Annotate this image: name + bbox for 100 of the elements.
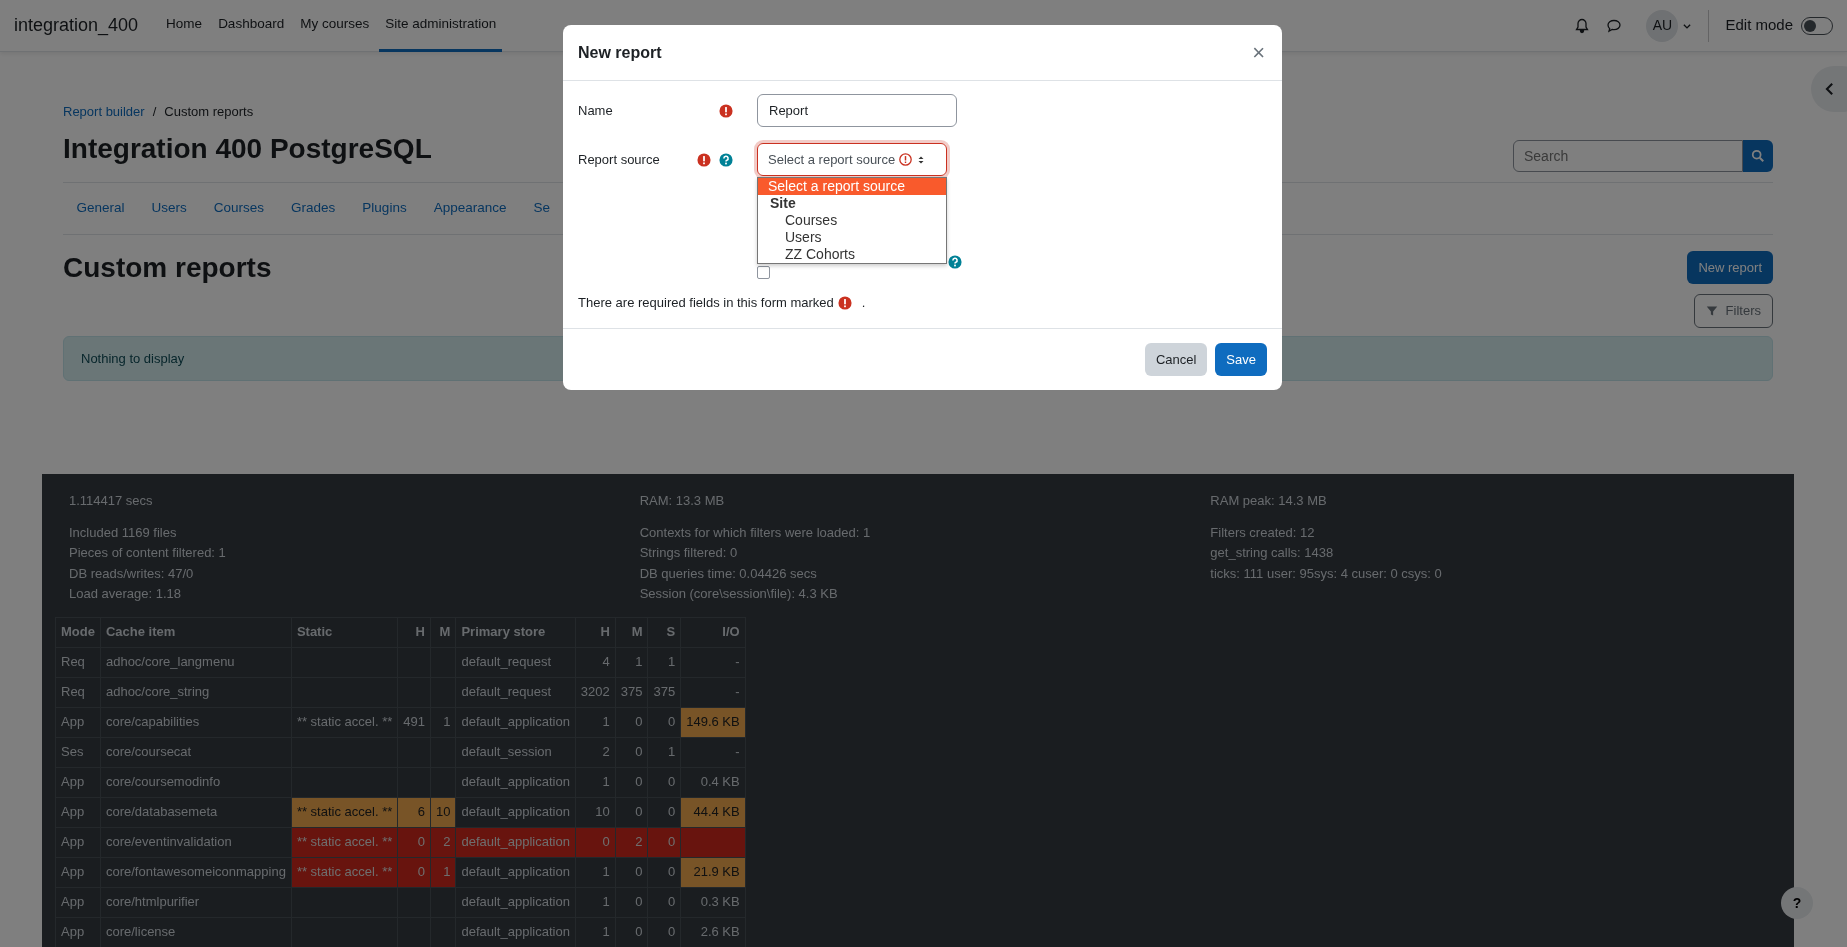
column-header: Cache item: [100, 617, 292, 647]
table-cell: core/capabilities: [100, 707, 292, 737]
settings-tab[interactable]: Users: [138, 197, 201, 219]
table-cell: 375: [648, 677, 681, 707]
table-cell: default_application: [455, 707, 576, 737]
table-cell: 0: [648, 797, 681, 827]
new-report-button[interactable]: New report: [1687, 250, 1773, 284]
table-cell: adhoc/core_string: [100, 677, 292, 707]
table-cell: 1: [430, 707, 456, 737]
table-cell: App: [55, 887, 101, 917]
table-cell: 44.4 KB: [680, 797, 746, 827]
table-cell: App: [55, 767, 101, 797]
table-cell: 0: [615, 887, 648, 917]
table-cell: 1: [615, 647, 648, 677]
report-source-select[interactable]: Select a report source: [757, 143, 947, 176]
close-button[interactable]: ×: [1250, 41, 1267, 64]
option-group-label: Site: [769, 195, 797, 212]
table-cell: default_request: [455, 647, 576, 677]
dropdown-option[interactable]: Select a report source: [758, 178, 946, 195]
search-button[interactable]: [1743, 139, 1773, 172]
help-icon[interactable]: [719, 152, 733, 167]
nav-link[interactable]: Dashboard: [212, 0, 291, 52]
settings-tab[interactable]: Courses: [200, 197, 278, 219]
performance-stat: Filters created: 12: [1210, 523, 1316, 542]
table-cell: 0: [648, 887, 681, 917]
table-cell: App: [55, 797, 101, 827]
edit-mode-label: Edit mode: [1725, 15, 1793, 36]
column-header: S: [648, 617, 681, 647]
search-field[interactable]: Search: [1513, 139, 1743, 172]
error-icon: [899, 153, 913, 166]
table-cell: 4: [575, 647, 616, 677]
column-header: M: [430, 617, 456, 647]
table-cell: core/fontawesomeiconmapping: [100, 857, 292, 887]
column-header: H: [575, 617, 616, 647]
table-cell: core/eventinvalidation: [100, 827, 292, 857]
avatar[interactable]: AU: [1646, 9, 1679, 42]
section-heading: Custom reports: [63, 250, 272, 285]
table-cell: default_application: [455, 857, 576, 887]
table-cell: 1: [575, 767, 616, 797]
table-cell: 0: [615, 767, 648, 797]
table-cell: 21.9 KB: [680, 857, 746, 887]
field-label: Report source: [578, 150, 661, 169]
performance-stat: 1.114417 secs: [69, 492, 154, 510]
performance-stat: Included 1169 files: [69, 523, 178, 542]
performance-stat: RAM peak: 14.3 MB: [1210, 492, 1328, 510]
performance-stat: RAM: 13.3 MB: [639, 492, 726, 510]
performance-stat: Session (core\session\file): 4.3 KB: [639, 585, 839, 603]
table-cell: ** static accel. **: [291, 827, 398, 857]
table-cell: 0: [615, 857, 648, 887]
column-header: I/O: [680, 617, 746, 647]
performance-stat: Contexts for which filters were loaded: 1: [639, 523, 872, 542]
table-cell: -: [680, 677, 746, 707]
breadcrumb-separator: /: [152, 103, 157, 121]
breadcrumb-item: Custom reports: [164, 103, 254, 121]
field-label: Name: [578, 101, 614, 120]
settings-tab[interactable]: Grades: [277, 197, 349, 219]
table-cell: default_application: [455, 797, 576, 827]
table-cell: core/databasemeta: [100, 797, 292, 827]
help-icon[interactable]: [948, 255, 962, 269]
save-button[interactable]: Save: [1215, 342, 1267, 377]
name-field[interactable]: Report: [757, 94, 957, 127]
nav-link[interactable]: Site administration: [379, 0, 503, 52]
table-cell: 491: [397, 707, 431, 737]
performance-stat: DB queries time: 0.04426 secs: [639, 564, 818, 583]
table-cell: 1: [575, 857, 616, 887]
table-cell: 0: [648, 767, 681, 797]
site-name[interactable]: integration_400: [14, 12, 139, 39]
cancel-button[interactable]: Cancel: [1144, 342, 1208, 377]
dropdown-option[interactable]: Users: [758, 229, 946, 246]
column-header: Static: [291, 617, 398, 647]
nav-link[interactable]: Home: [160, 0, 209, 52]
column-header: H: [397, 617, 431, 647]
chat-icon[interactable]: [1606, 17, 1623, 34]
breadcrumb-link[interactable]: Report builder: [63, 102, 145, 122]
filters-button[interactable]: Filters: [1693, 294, 1773, 328]
table-cell: default_application: [455, 767, 576, 797]
edit-mode-toggle[interactable]: [1801, 16, 1833, 35]
table-cell: 0: [615, 737, 648, 767]
table-cell: 1: [575, 707, 616, 737]
table-cell: default_application: [455, 827, 576, 857]
table-cell: 0.4 KB: [680, 767, 746, 797]
table-cell: Req: [55, 647, 101, 677]
checkbox[interactable]: [757, 265, 770, 279]
help-button[interactable]: ?: [1781, 887, 1813, 919]
dropdown-option[interactable]: ZZ Cohorts: [758, 246, 946, 263]
table-cell: App: [55, 857, 101, 887]
table-cell: Req: [55, 677, 101, 707]
settings-tab[interactable]: Se: [519, 197, 564, 219]
nav-link[interactable]: My courses: [294, 0, 376, 52]
settings-tab[interactable]: General: [63, 197, 139, 219]
dropdown-option[interactable]: Courses: [758, 212, 946, 229]
required-note: There are required fields in this form marked: [578, 294, 834, 313]
table-cell: ** static accel. **: [291, 797, 398, 827]
settings-tab[interactable]: Plugins: [348, 197, 421, 219]
column-header: Mode: [55, 617, 101, 647]
required-note-end: .: [861, 294, 866, 313]
bell-icon[interactable]: [1574, 17, 1591, 34]
settings-tab[interactable]: Appearance: [420, 197, 520, 219]
table-cell: 0: [615, 707, 648, 737]
table-cell: App: [55, 827, 101, 857]
